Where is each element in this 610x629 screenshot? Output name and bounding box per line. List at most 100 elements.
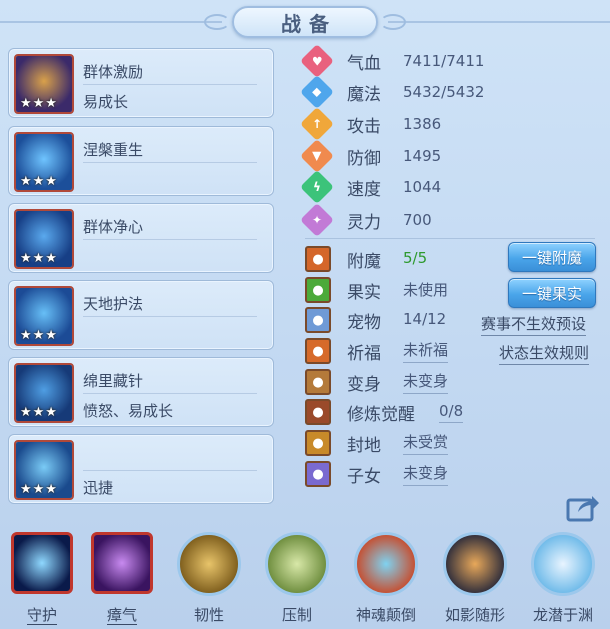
spirit-icon: ✦ (300, 203, 334, 237)
bottom-skill[interactable]: 龙潜于渊 (528, 530, 598, 626)
event-preset-link[interactable]: 赛事不生效预设 (481, 313, 587, 336)
equip-label: 祈福 (347, 343, 381, 364)
equip-row: ● 祈福 未祈福 (305, 338, 449, 364)
skill-icon[interactable]: ★★★ (14, 54, 74, 114)
stat-row: ✦ 灵力 700 (300, 203, 432, 237)
children-icon: ● (305, 461, 331, 487)
bottom-skill-label: 如影随形 (444, 606, 505, 624)
star-rating: ★★★ (20, 174, 58, 189)
stat-label: 魔法 (347, 84, 381, 105)
equip-label: 宠物 (347, 312, 381, 333)
stat-value: 1386 (403, 115, 442, 133)
skill-card[interactable]: ★★★ 迅捷 (8, 434, 274, 504)
skill-name: 群体净心 (83, 218, 144, 236)
skill-icon[interactable]: ★★★ (14, 286, 74, 346)
bottom-skill[interactable]: 瘴气 (87, 530, 157, 626)
skill-divider (83, 84, 257, 85)
stat-value: 1044 (403, 178, 442, 196)
bottom-skill-icon[interactable] (91, 532, 153, 594)
stat-label: 灵力 (347, 212, 381, 233)
one-click-enchant-button[interactable]: 一键附魔 (508, 242, 596, 272)
star-rating: ★★★ (20, 96, 58, 111)
skill-name: 绵里藏针 (83, 372, 144, 390)
bottom-skill[interactable]: 神魂颠倒 (351, 530, 421, 626)
skill-desc: 易成长 (83, 93, 129, 111)
star-rating: ★★★ (20, 251, 58, 266)
equip-value[interactable]: 0/8 (439, 402, 464, 423)
lightning-icon: ϟ (300, 170, 334, 204)
title-line-right (388, 21, 610, 23)
bottom-skill[interactable]: 韧性 (174, 530, 244, 626)
bottom-skill-label: 韧性 (193, 606, 224, 624)
equip-value[interactable]: 未变身 (403, 462, 449, 486)
stats-divider (305, 238, 595, 239)
enchant-icon: ● (305, 246, 331, 272)
swirl-ornament-left (204, 14, 230, 30)
bottom-skill-label: 守护 (26, 606, 57, 625)
equip-row: ● 果实 未使用 (305, 277, 448, 303)
skill-icon[interactable]: ★★★ (14, 209, 74, 269)
star-rating: ★★★ (20, 405, 58, 420)
fief-icon: ● (305, 430, 331, 456)
one-click-fruit-button[interactable]: 一键果实 (508, 278, 596, 308)
bottom-skill-icon[interactable] (265, 532, 329, 596)
equip-value[interactable]: 未祈福 (403, 339, 449, 363)
skill-desc: 愤怒、易成长 (83, 402, 174, 420)
stat-label: 气血 (347, 53, 381, 74)
equip-label: 子女 (347, 466, 381, 487)
pet-icon: ● (305, 307, 331, 333)
transform-icon: ● (305, 369, 331, 395)
sword-icon: ↑ (300, 107, 334, 141)
equip-row: ● 附魔 5/5 (305, 246, 427, 272)
equip-row: ● 宠物 14/12 (305, 307, 446, 333)
bottom-skill-icon[interactable] (177, 532, 241, 596)
skill-divider (83, 162, 257, 163)
equip-value: 5/5 (403, 249, 428, 267)
skill-divider (83, 316, 257, 317)
stat-row: ♥ 气血 7411/7411 (300, 44, 485, 78)
stat-row: ϟ 速度 1044 (300, 170, 442, 204)
bottom-skill-icon[interactable] (354, 532, 418, 596)
equip-row: ● 变身 未变身 (305, 369, 449, 395)
stat-row: ↑ 攻击 1386 (300, 107, 442, 141)
skill-card[interactable]: ★★★ 涅槃重生 (8, 126, 274, 196)
armor-icon: ▼ (300, 139, 334, 173)
bottom-skill-icon[interactable] (11, 532, 73, 594)
bottom-skill[interactable]: 如影随形 (440, 530, 510, 626)
skill-card[interactable]: ★★★ 群体激励 易成长 (8, 48, 274, 118)
skill-name: 涅槃重生 (83, 141, 144, 159)
bottom-skill[interactable]: 守护 (7, 530, 77, 626)
equip-value[interactable]: 未受赏 (403, 431, 449, 455)
star-rating: ★★★ (20, 328, 58, 343)
stat-label: 速度 (347, 179, 381, 200)
equip-label: 果实 (347, 282, 381, 303)
equip-value[interactable]: 未变身 (403, 370, 449, 394)
stat-label: 攻击 (347, 116, 381, 137)
skill-card[interactable]: ★★★ 群体净心 (8, 203, 274, 273)
skill-name: 天地护法 (83, 295, 144, 313)
share-icon[interactable] (566, 492, 600, 522)
skill-divider (83, 239, 257, 240)
bottom-skill-icon[interactable] (443, 532, 507, 596)
skill-card[interactable]: ★★★ 绵里藏针 愤怒、易成长 (8, 357, 274, 427)
swirl-ornament-right (380, 14, 406, 30)
skill-divider (83, 393, 257, 394)
stat-value: 5432/5432 (403, 83, 485, 101)
bottom-skill-icon[interactable] (531, 532, 595, 596)
equip-row: ● 子女 未变身 (305, 461, 449, 487)
skill-icon[interactable]: ★★★ (14, 440, 74, 500)
skill-icon[interactable]: ★★★ (14, 132, 74, 192)
fruit-icon: ● (305, 277, 331, 303)
skill-desc: 迅捷 (83, 479, 114, 497)
title-banner: 战备 (204, 6, 406, 38)
status-rules-link[interactable]: 状态生效规则 (499, 342, 590, 365)
bottom-skill[interactable]: 压制 (262, 530, 332, 626)
stat-row: ▼ 防御 1495 (300, 139, 442, 173)
equip-label: 变身 (347, 374, 381, 395)
skill-icon[interactable]: ★★★ (14, 363, 74, 423)
stat-label: 防御 (347, 148, 381, 169)
skill-card[interactable]: ★★★ 天地护法 (8, 280, 274, 350)
stat-value: 7411/7411 (403, 52, 485, 70)
equip-label: 附魔 (347, 251, 381, 272)
stat-value: 1495 (403, 147, 442, 165)
